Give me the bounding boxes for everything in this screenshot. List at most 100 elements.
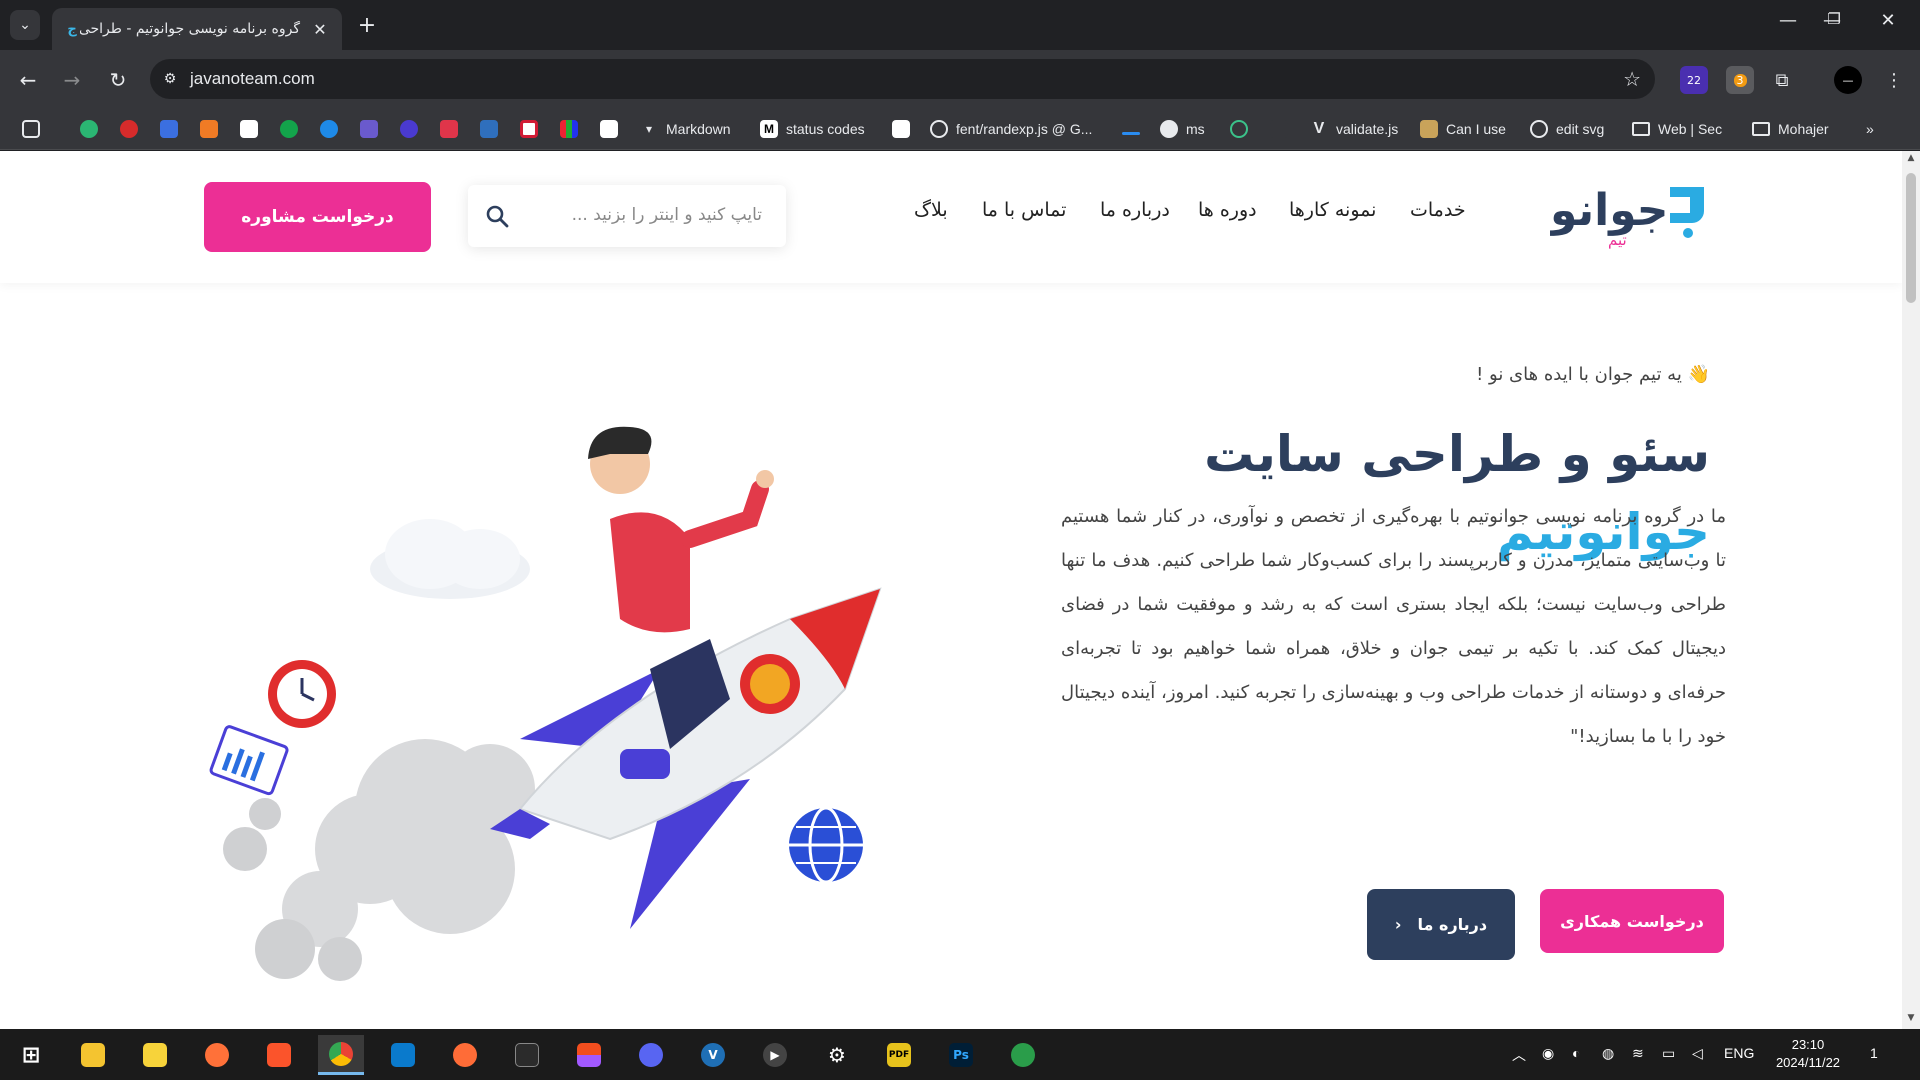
pdf-app-icon[interactable]: PDF — [876, 1035, 922, 1075]
bookmark-stack-icon[interactable] — [200, 120, 218, 138]
active-tab[interactable]: ج گروه برنامه نویسی جوانوتیم - طراحی ✕ — [52, 8, 342, 50]
profile-avatar[interactable]: — — [1834, 66, 1862, 94]
bookmark-folder-websec[interactable]: Web | Sec — [1632, 118, 1722, 140]
bookmark-folder-mohajer[interactable]: Mohajer — [1752, 118, 1829, 140]
bookmark-edge-icon[interactable] — [320, 120, 338, 138]
bookmark-mongo-icon[interactable] — [280, 120, 298, 138]
close-window-icon[interactable]: ✕ — [1868, 10, 1908, 31]
address-bar[interactable]: ⚙ javanoteam.com ☆ — [150, 59, 1655, 99]
bookmark-randexp[interactable]: fent/randexp.js @ G... — [930, 118, 1092, 140]
nav-link-portfolio[interactable]: نمونه کارها — [1289, 199, 1376, 221]
page-scrollbar[interactable]: ▲ ▼ — [1902, 151, 1920, 1029]
cloud-icon — [370, 519, 530, 599]
tray-overflow-icon[interactable]: ︿ — [1512, 1045, 1526, 1065]
bookmark-circle-icon[interactable] — [400, 120, 418, 138]
bookmark-m-icon[interactable] — [520, 120, 538, 138]
tab-favicon: ج — [67, 21, 77, 37]
discord-icon[interactable] — [628, 1035, 674, 1075]
extensions-puzzle-icon[interactable]: ⧉ — [1768, 66, 1796, 94]
figma-icon[interactable] — [566, 1035, 612, 1075]
media-player-icon[interactable]: ▶ — [752, 1035, 798, 1075]
chrome-icon[interactable] — [318, 1035, 364, 1075]
about-us-button[interactable]: درباره ما ‹ — [1367, 889, 1515, 960]
bookmark-x-icon[interactable] — [160, 120, 178, 138]
hero-tagline: 👋 یه تیم جوان با ایده های نو ! — [1476, 364, 1710, 385]
bookmark-opera-icon[interactable] — [120, 120, 138, 138]
volume-icon[interactable]: ◁ — [1692, 1045, 1703, 1062]
bookmark-clock-icon[interactable] — [1230, 120, 1248, 138]
tab-search-icon[interactable]: ⌄ — [10, 10, 40, 40]
forward-icon[interactable]: → — [56, 64, 88, 96]
consult-request-button[interactable]: درخواست مشاوره — [204, 182, 431, 252]
bookmark-blocks-icon[interactable] — [480, 120, 498, 138]
extension-second-icon[interactable]: 3 — [1726, 66, 1754, 94]
bookmark-star-icon[interactable]: ☆ — [1623, 67, 1641, 91]
bookmark-underline-icon[interactable] — [1122, 132, 1140, 135]
site-logo[interactable]: جوانو تیم — [1550, 179, 1720, 249]
vscode-icon[interactable] — [380, 1035, 426, 1075]
bookmark-status-codes[interactable]: Mstatus codes — [760, 118, 865, 140]
scroll-thumb[interactable] — [1906, 173, 1916, 303]
bookmarks-overflow-icon[interactable]: » — [1866, 118, 1874, 140]
bookmark-edit-svg[interactable]: edit svg — [1530, 118, 1604, 140]
photoshop-icon[interactable]: Ps — [938, 1035, 984, 1075]
chevron-left-icon: ‹ — [1394, 915, 1402, 934]
postman-icon[interactable] — [442, 1035, 488, 1075]
bookmark-lines-icon[interactable] — [440, 120, 458, 138]
tray-app-icon[interactable]: ◐ — [1572, 1045, 1580, 1061]
language-indicator[interactable]: ENG — [1724, 1045, 1754, 1061]
network-tool-icon[interactable] — [1000, 1035, 1046, 1075]
reload-icon[interactable]: ↻ — [102, 64, 134, 96]
apps-grid-icon[interactable] — [22, 120, 40, 138]
bookmark-ms[interactable]: ms — [1160, 118, 1205, 140]
collaboration-request-button[interactable]: درخواست همکاری — [1540, 889, 1724, 953]
nav-link-about[interactable]: درباره ما — [1100, 199, 1170, 221]
search-input[interactable]: تایپ کنید و اینتر را بزنید ... — [468, 185, 786, 247]
nav-link-services[interactable]: خدمات — [1410, 199, 1466, 221]
new-tab-icon[interactable]: + — [354, 12, 380, 38]
file-explorer-icon[interactable] — [70, 1035, 116, 1075]
bookmark-figma-icon[interactable] — [892, 120, 910, 138]
firefox-icon[interactable] — [194, 1035, 240, 1075]
taskbar-clock[interactable]: 23:10 2024/11/22 — [1762, 1036, 1854, 1072]
nav-link-courses[interactable]: دوره ها — [1198, 199, 1257, 221]
search-icon[interactable] — [484, 203, 510, 229]
bookmark-caniuse[interactable]: Can I use — [1420, 118, 1506, 140]
bookmark-bars-icon[interactable] — [560, 120, 578, 138]
minimize-window-icon[interactable]: — — [1768, 10, 1808, 31]
maximize-icon[interactable]: ❐ — [1814, 10, 1854, 28]
sticky-notes-icon[interactable] — [132, 1035, 178, 1075]
bookmark-shield-icon[interactable] — [80, 120, 98, 138]
tray-vpn-icon[interactable]: ◉ — [1542, 1045, 1554, 1062]
notification-icon[interactable]: 1 — [1870, 1045, 1878, 1061]
bookmark-validate[interactable]: Vvalidate.js — [1310, 118, 1399, 140]
extension-badge-icon[interactable]: 22 — [1680, 66, 1708, 94]
chart-paper-icon — [209, 725, 289, 796]
bookmark-mg-icon[interactable] — [600, 120, 618, 138]
menu-kebab-icon[interactable]: ⋮ — [1880, 66, 1908, 94]
nav-link-blog[interactable]: بلاگ — [914, 199, 948, 221]
battery-icon[interactable]: ▭ — [1662, 1045, 1675, 1062]
logo-text: جوانو — [1550, 185, 1669, 236]
tab-close-icon[interactable]: ✕ — [310, 20, 330, 39]
settings-gear-icon[interactable]: ⚙ — [814, 1035, 860, 1075]
back-icon[interactable]: ← — [12, 64, 44, 96]
globe-icon — [930, 120, 948, 138]
logo-subtext: تیم — [1608, 231, 1627, 249]
site-info-icon[interactable]: ⚙ — [150, 71, 190, 87]
tab-title: گروه برنامه نویسی جوانوتیم - طراحی — [80, 21, 300, 37]
brave-icon[interactable] — [256, 1035, 302, 1075]
wifi-icon[interactable]: ≋ — [1632, 1045, 1644, 1062]
github-icon — [1160, 120, 1178, 138]
bookmark-lambda-icon[interactable] — [1270, 120, 1288, 138]
tray-globe-icon[interactable]: ◍ — [1602, 1045, 1614, 1062]
bookmark-u-icon[interactable] — [240, 120, 258, 138]
start-windows-icon[interactable]: ⊞ — [8, 1035, 54, 1075]
nav-link-contact[interactable]: تماس با ما — [982, 199, 1066, 221]
scroll-up-arrow-icon[interactable]: ▲ — [1902, 153, 1920, 163]
bookmark-o-icon[interactable] — [360, 120, 378, 138]
bookmark-markdown[interactable]: ▾ Markdown — [640, 118, 731, 140]
scroll-down-arrow-icon[interactable]: ▼ — [1902, 1013, 1920, 1023]
terminal-icon[interactable] — [504, 1035, 550, 1075]
vpn-icon[interactable]: V — [690, 1035, 736, 1075]
